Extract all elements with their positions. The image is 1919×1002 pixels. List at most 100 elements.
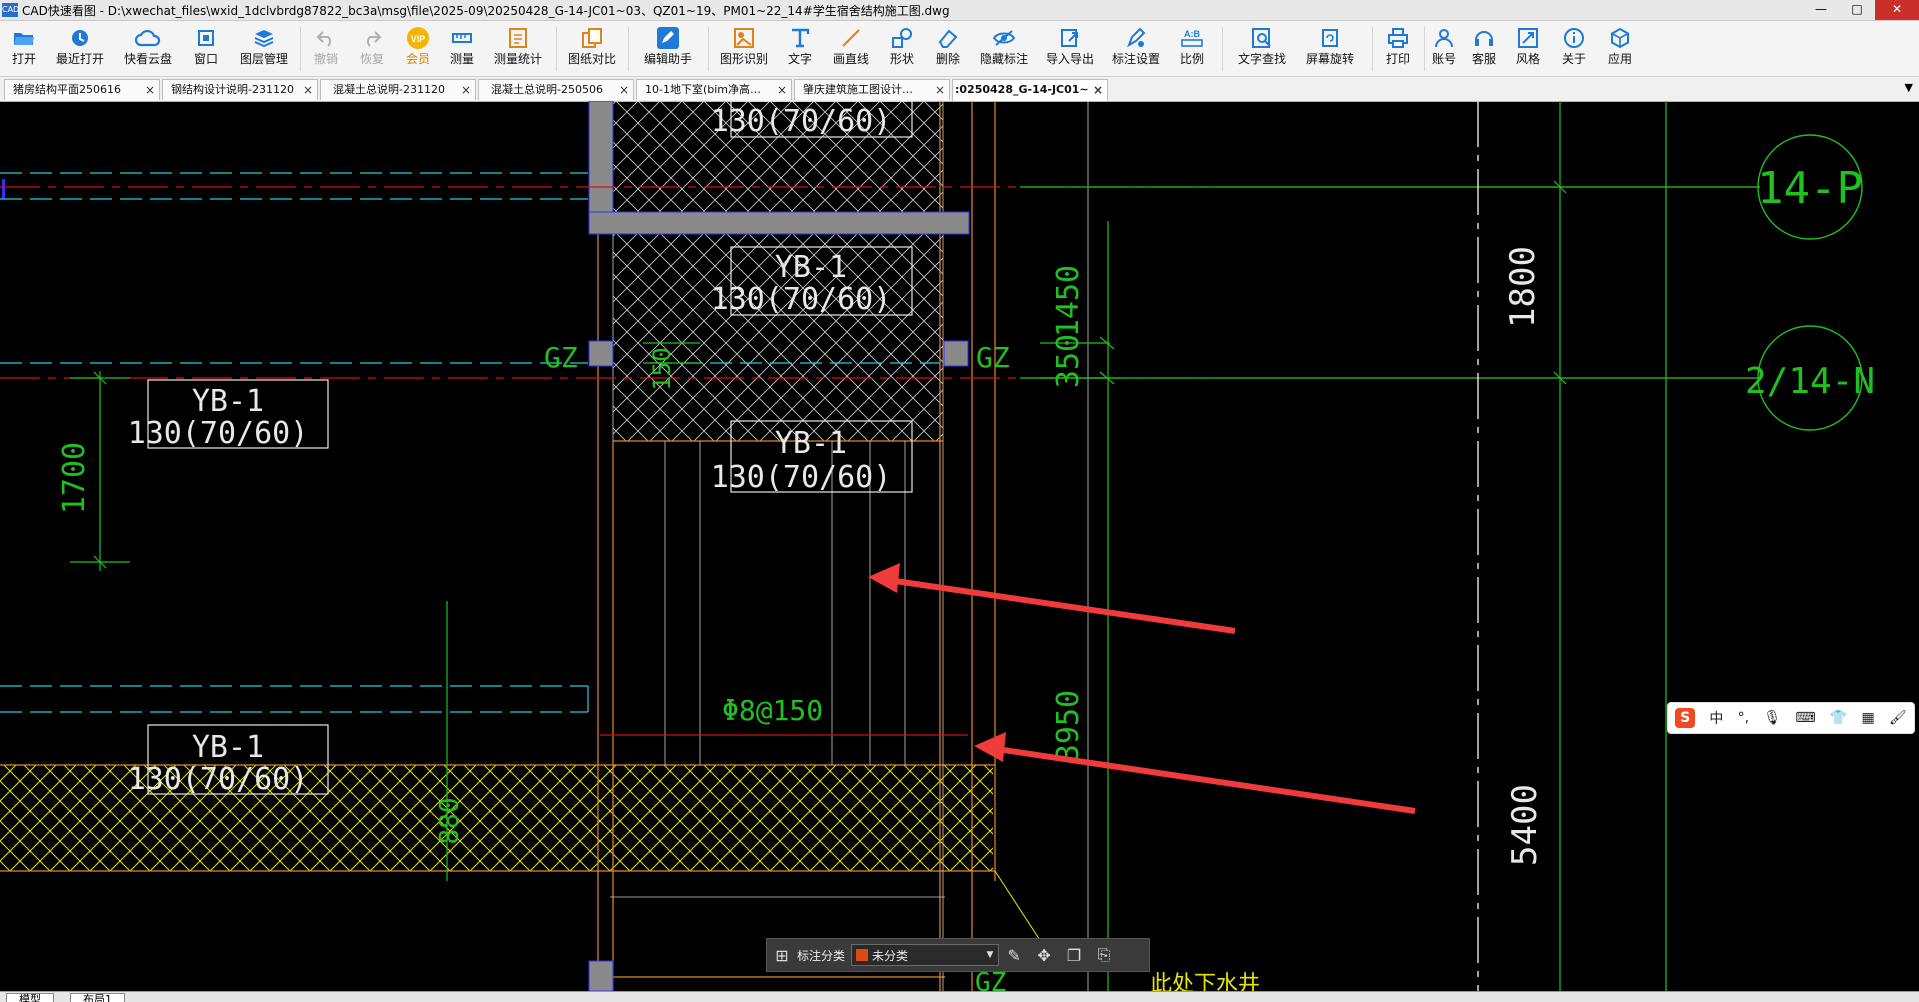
import-export-button[interactable]: 导入导出 — [1042, 25, 1098, 73]
apps-button[interactable]: 应用 — [1602, 25, 1638, 73]
tab-label: 10-1地下室(bim净高… — [645, 83, 762, 96]
folder-open-icon — [4, 25, 44, 51]
tab-close-icon[interactable]: × — [461, 80, 471, 100]
edit-assistant-icon — [636, 25, 700, 51]
tab-close-icon[interactable]: × — [1093, 80, 1103, 100]
measure-stats-button[interactable]: 测量统计 — [490, 25, 546, 73]
customer-service-button[interactable]: 客服 — [1466, 25, 1502, 73]
ime-punctuation-icon[interactable]: °, — [1738, 710, 1749, 726]
tab-document[interactable]: 肇庆建筑施工图设计… × — [794, 79, 950, 100]
tab-close-icon[interactable]: × — [619, 80, 629, 100]
style-button[interactable]: 风格 — [1510, 25, 1546, 73]
layout-tab-bar: 模型 布局1 — [0, 991, 1919, 1002]
annotation-category-select[interactable]: 未分类 ▼ — [851, 944, 1000, 966]
draw-line-button[interactable]: 画直线 — [828, 25, 874, 73]
column-label: GZ — [976, 341, 1010, 374]
tab-overflow-icon[interactable]: ▼ — [1905, 81, 1913, 94]
cad-drawing[interactable]: 14-P 2/14-N YB-1 130(70/60) YB-1 130(70/… — [0, 101, 1919, 991]
svg-text:VIP: VIP — [411, 34, 426, 44]
measure-button[interactable]: 测量 — [444, 25, 480, 73]
tab-close-icon[interactable]: × — [303, 80, 313, 100]
tab-close-icon[interactable]: × — [145, 80, 155, 100]
main-toolbar: 打开 最近打开 快看云盘 窗口 图层管理 撤销 恢复 VIP 会员 测量 测量统… — [0, 21, 1919, 77]
tab-close-icon[interactable]: × — [935, 80, 945, 100]
close-button[interactable]: ✕ — [1875, 0, 1919, 20]
toolbar-separator — [1424, 27, 1425, 71]
brush-icon[interactable]: 🖌 — [1889, 710, 1907, 726]
hide-annotation-button[interactable]: 隐藏标注 — [976, 25, 1032, 73]
ime-mode-toggle[interactable]: 中 — [1709, 708, 1723, 728]
tab-document[interactable]: 猪房结构平面250616 × — [4, 79, 160, 100]
tab-document[interactable]: 混凝土总说明-231120 × — [320, 79, 476, 100]
open-button[interactable]: 打开 — [4, 25, 44, 73]
layer-manager-button[interactable]: 图层管理 — [236, 25, 292, 73]
tab-label: 猪房结构平面250616 — [13, 83, 121, 96]
dimension-text: 880 — [435, 798, 465, 845]
cloud-drive-button[interactable]: 快看云盘 — [118, 25, 178, 73]
ime-logo-icon[interactable]: S — [1675, 708, 1696, 728]
scale-icon: A:B — [1174, 25, 1210, 51]
toolbar-separator — [556, 27, 557, 71]
window-button[interactable]: 窗口 — [188, 25, 224, 73]
compare-icon — [564, 25, 620, 51]
minimize-button[interactable]: — — [1803, 0, 1839, 20]
markup-arrow[interactable] — [974, 732, 1416, 814]
markup-arrow[interactable] — [868, 563, 1236, 634]
keyboard-icon[interactable]: ⌨ — [1795, 710, 1815, 726]
toolbar-separator — [1372, 27, 1373, 71]
redo-button[interactable]: 恢复 — [352, 25, 392, 73]
move-icon[interactable]: ✥ — [1029, 946, 1059, 965]
document-tab-bar: 猪房结构平面250616 × 钢结构设计说明-231120 × 混凝土总说明-2… — [0, 77, 1919, 102]
tab-document[interactable]: 10-1地下室(bim净高… × — [636, 79, 792, 100]
recent-open-button[interactable]: 最近打开 — [50, 25, 110, 73]
dimension-text: 3950 — [1051, 690, 1086, 762]
redo-icon — [352, 25, 392, 51]
tab-active-document[interactable]: :0250428_G-14-JC01~ × — [952, 79, 1108, 101]
maximize-button[interactable]: □ — [1839, 0, 1875, 20]
tab-label: 肇庆建筑施工图设计… — [803, 83, 913, 96]
dimension-text: 1800 — [1503, 246, 1543, 328]
tab-document[interactable]: 混凝土总说明-250506 × — [478, 79, 634, 100]
drawing-compare-button[interactable]: 图纸对比 — [564, 25, 620, 73]
scale-button[interactable]: A:B 比例 — [1174, 25, 1210, 73]
tab-document[interactable]: 钢结构设计说明-231120 × — [162, 79, 318, 100]
account-button[interactable]: 账号 — [1426, 25, 1462, 73]
annotation-text: 此处下水井 — [1150, 972, 1260, 991]
ime-toolbar[interactable]: S 中 °, 🎙 ⌨ 👕 ▦ 🖌 — [1667, 702, 1915, 734]
drawing-canvas[interactable]: 14-P 2/14-N YB-1 130(70/60) YB-1 130(70/… — [0, 101, 1919, 991]
style-icon — [1510, 25, 1546, 51]
edit-icon[interactable]: ✎ — [999, 946, 1029, 965]
delete-button[interactable]: 删除 — [930, 25, 966, 73]
slab-label: YB-1 — [192, 384, 264, 419]
axis-label: 2/14-N — [1745, 361, 1875, 402]
print-button[interactable]: 打印 — [1380, 25, 1416, 73]
about-button[interactable]: 关于 — [1556, 25, 1592, 73]
dimension-text: 150 — [648, 347, 676, 390]
skin-icon[interactable]: 👕 — [1830, 710, 1847, 726]
tab-label: :0250428_G-14-JC01~ — [955, 83, 1089, 96]
undo-button[interactable]: 撤销 — [306, 25, 346, 73]
rebar-label: Φ8@150 — [722, 694, 823, 727]
paste-icon[interactable]: ⎘ — [1089, 945, 1119, 965]
microphone-icon[interactable]: 🎙 — [1763, 710, 1781, 726]
grid-apps-icon[interactable]: ▦ — [1862, 710, 1875, 726]
copy-icon[interactable]: ❐ — [1059, 946, 1089, 965]
dimension-text: 5400 — [1505, 784, 1545, 866]
selected-category: 未分类 — [872, 948, 909, 963]
headset-icon — [1466, 25, 1502, 51]
tab-close-icon[interactable]: × — [777, 80, 787, 100]
grid-menu-icon[interactable]: ⊞ — [767, 946, 797, 965]
annotation-settings-button[interactable]: 标注设置 — [1108, 25, 1164, 73]
shape-button[interactable]: 形状 — [884, 25, 920, 73]
edit-assistant-button[interactable]: 编辑助手 — [636, 25, 700, 73]
eraser-icon — [930, 25, 966, 51]
hide-annotation-icon — [976, 25, 1032, 51]
text-button[interactable]: 文字 — [782, 25, 818, 73]
text-search-button[interactable]: 文字查找 — [1232, 25, 1292, 73]
shape-recognition-icon — [716, 25, 772, 51]
window-title: CAD快速看图 - D:\xwechat_files\wxid_1dclvbrd… — [22, 3, 950, 18]
screen-rotate-button[interactable]: 屏幕旋转 — [1300, 25, 1360, 73]
shape-recognition-button[interactable]: 图形识别 — [716, 25, 772, 73]
vip-button[interactable]: VIP 会员 — [398, 25, 438, 73]
undo-icon — [306, 25, 346, 51]
